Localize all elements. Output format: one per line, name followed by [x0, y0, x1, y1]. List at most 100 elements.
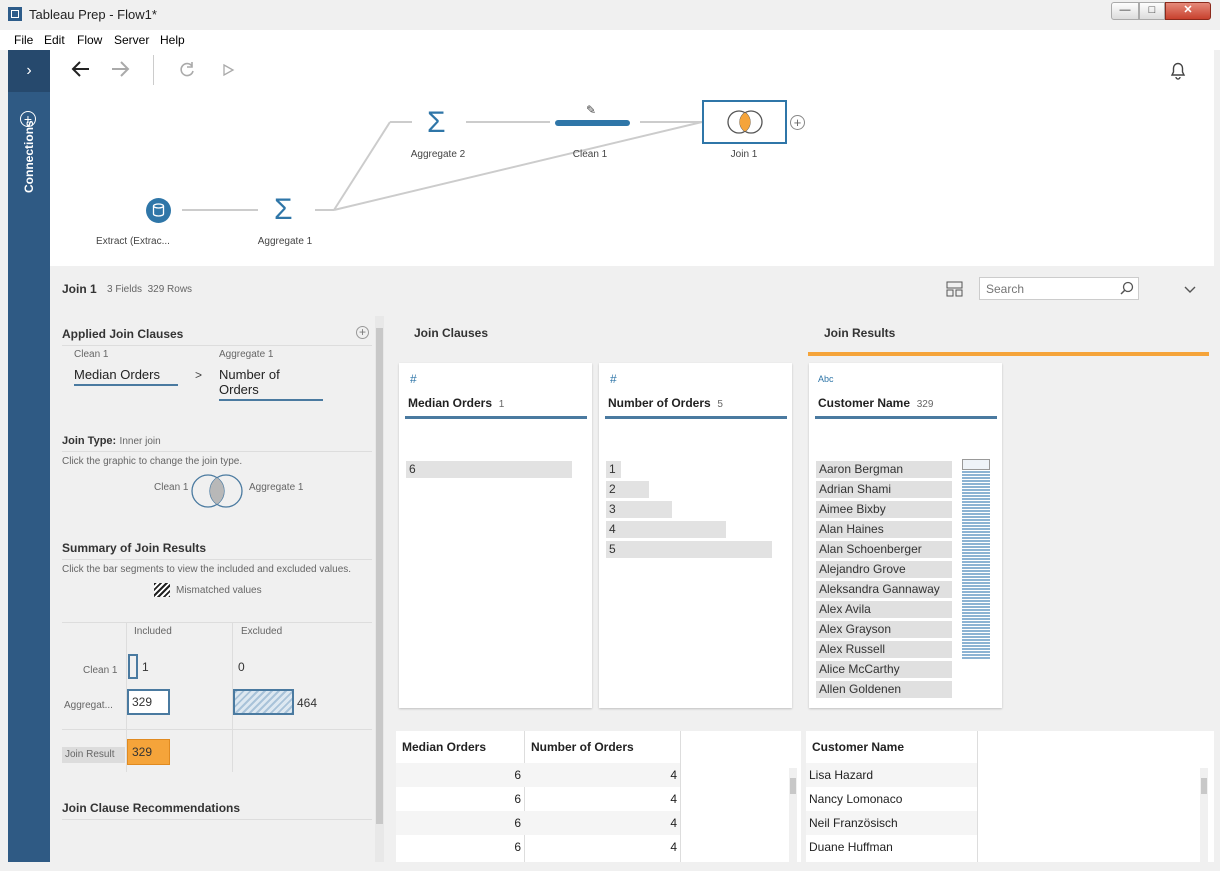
card-underline [605, 416, 787, 419]
left-scrollbar[interactable] [375, 316, 384, 862]
divider [62, 729, 372, 730]
customer-name-card-title: Customer Name 329 [818, 396, 933, 410]
close-button[interactable]: ✕ [1165, 2, 1211, 20]
grid-right-scrollbar[interactable] [1200, 768, 1208, 862]
value-bar[interactable]: 4 [606, 521, 726, 538]
menu-edit[interactable]: Edit [44, 33, 65, 47]
aggregate2-node[interactable]: Σ [427, 106, 446, 140]
join1-node[interactable] [702, 100, 787, 144]
value-bar[interactable]: Allen Goldenen [816, 681, 952, 698]
venn-right-label: Aggregate 1 [249, 482, 304, 493]
table-row[interactable]: 64 [396, 811, 680, 835]
value-bar[interactable]: 3 [606, 501, 672, 518]
value-bar[interactable]: Alan Haines [816, 521, 952, 538]
menu-file[interactable]: File [14, 33, 33, 47]
add-clause-icon[interactable]: + [356, 326, 369, 339]
menu-server[interactable]: Server [114, 33, 149, 47]
clause-operator[interactable]: > [195, 368, 202, 382]
table-row[interactable]: Lisa Hazard [806, 763, 977, 787]
menu-help[interactable]: Help [160, 33, 185, 47]
value-bar[interactable]: 1 [606, 461, 621, 478]
join-type-value: Inner join [119, 436, 161, 447]
row2-excluded-value: 464 [297, 696, 318, 710]
row2-included-bar[interactable]: 329 [127, 689, 170, 715]
connections-label[interactable]: Connections [22, 120, 36, 193]
value-bar[interactable]: Aimee Bixby [816, 501, 952, 518]
median-orders-card[interactable] [399, 363, 592, 708]
clean-brush-icon: ✎ [586, 103, 597, 117]
expand-chevron-icon[interactable]: › [8, 50, 50, 92]
table-row[interactable]: 64 [396, 787, 680, 811]
value-bar[interactable]: Aaron Bergman [816, 461, 952, 478]
value-bar[interactable]: Alejandro Grove [816, 561, 952, 578]
value-bar[interactable]: 5 [606, 541, 772, 558]
grid-header-number-of-orders[interactable]: Number of Orders [531, 740, 634, 754]
grid-right-rows: Lisa Hazard Nancy Lomonaco Neil Französisc… [806, 763, 977, 862]
value-bar[interactable]: Alice McCarthy [816, 661, 952, 678]
value-bar[interactable]: Alan Schoenberger [816, 541, 952, 558]
grid-header-customer-name[interactable]: Customer Name [812, 740, 904, 754]
join-type-label: Join Type: [62, 435, 117, 447]
grid-header-median-orders[interactable]: Median Orders [402, 740, 486, 754]
maximize-button[interactable]: □ [1139, 2, 1165, 20]
extract-node[interactable] [146, 198, 171, 223]
recommendations-title: Join Clause Recommendations [62, 801, 241, 815]
table-row[interactable]: Duane Huffman [806, 835, 977, 859]
table-row[interactable]: Neil Französisch [806, 811, 977, 835]
value-bar[interactable]: Alex Russell [816, 641, 952, 658]
table-row[interactable]: 64 [396, 835, 680, 859]
venn-diagram[interactable] [188, 473, 248, 512]
clause-left-field[interactable]: Median Orders [74, 367, 178, 386]
table-cell: 6 [514, 792, 521, 806]
aggregate1-node[interactable]: Σ [274, 193, 293, 227]
table-cell: 6 [514, 768, 521, 782]
search-input[interactable] [979, 277, 1139, 300]
join-result-bar[interactable]: 329 [127, 739, 170, 765]
value-bar[interactable]: Alex Grayson [816, 621, 952, 638]
row1-label: Clean 1 [83, 665, 118, 676]
table-cell: 4 [670, 768, 677, 782]
collapse-chevron-icon[interactable] [1184, 283, 1196, 297]
minimize-button[interactable]: — [1111, 2, 1139, 20]
divider [62, 451, 372, 452]
row1-excluded-value: 0 [238, 660, 245, 674]
mismatched-pattern-icon [154, 583, 170, 597]
menu-flow[interactable]: Flow [77, 33, 102, 47]
grid-left-scroll-thumb[interactable] [790, 778, 796, 794]
value-bar[interactable]: 2 [606, 481, 649, 498]
minimap-viewport[interactable] [962, 459, 990, 470]
value-bar[interactable]: Aleksandra Gannaway [816, 581, 952, 598]
card-field-count: 5 [717, 399, 723, 410]
field-count: 3 Fields [107, 284, 143, 295]
card-underline [815, 416, 997, 419]
left-scroll-thumb[interactable] [376, 328, 383, 824]
card-field-name: Customer Name [818, 396, 911, 410]
value-bar[interactable]: 6 [406, 461, 572, 478]
grid-left-scrollbar[interactable] [789, 768, 797, 862]
clause-right-field[interactable]: Number of Orders [219, 367, 323, 401]
grid-divider [977, 731, 978, 862]
grid-right-scroll-thumb[interactable] [1201, 778, 1207, 794]
card-field-count: 329 [916, 399, 934, 410]
customer-name-minimap[interactable] [962, 459, 990, 659]
table-row[interactable]: Nancy Lomonaco [806, 787, 977, 811]
row2-excluded-bar[interactable] [233, 689, 294, 715]
add-step-icon[interactable]: + [790, 115, 805, 130]
customer-name-list: Aaron Bergman Adrian Shami Aimee Bixby Alan… [816, 461, 956, 701]
value-bar[interactable]: Alex Avila [816, 601, 952, 618]
card-underline [405, 416, 587, 419]
divider [62, 559, 372, 560]
search-icon[interactable] [1120, 281, 1134, 298]
join1-node-label: Join 1 [730, 149, 758, 160]
clean1-node[interactable] [555, 120, 630, 126]
table-row[interactable]: 64 [396, 763, 680, 787]
join-clauses-title: Join Clauses [414, 326, 489, 340]
summary-hint: Click the bar segments to view the inclu… [62, 564, 352, 575]
grid-divider [680, 731, 681, 862]
number-of-orders-bars: 1 2 3 4 5 [606, 461, 772, 561]
value-bar[interactable]: Adrian Shami [816, 481, 952, 498]
divider [62, 819, 372, 820]
window-title: Tableau Prep - Flow1* [29, 7, 157, 22]
layout-toggle-icon[interactable] [946, 281, 963, 300]
row1-included-bar[interactable] [128, 654, 138, 679]
